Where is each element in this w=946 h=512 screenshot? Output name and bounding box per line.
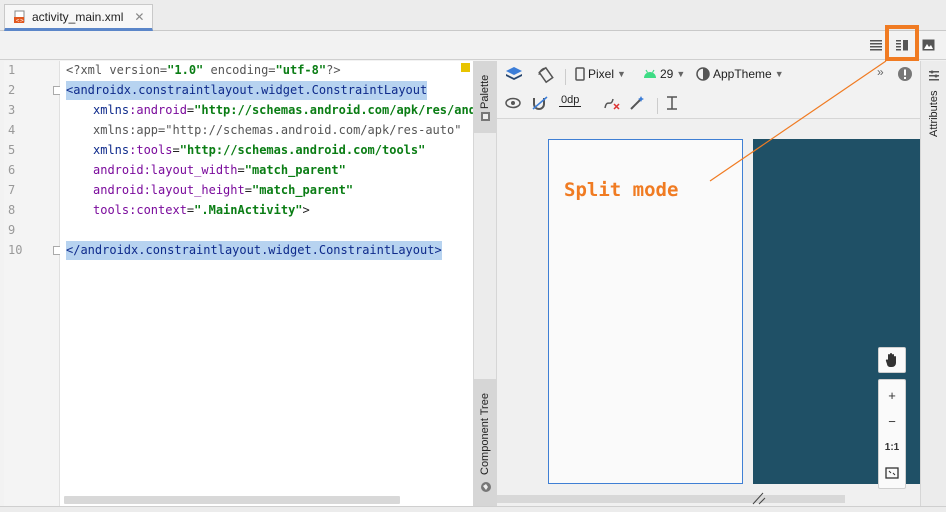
code-line-6: android:layout_width="match_parent"	[93, 163, 346, 177]
code-line-5: xmlns:tools="http://schemas.android.com/…	[93, 143, 426, 157]
zoom-fit-button[interactable]	[879, 460, 905, 486]
line-number: 6	[8, 163, 16, 177]
rotate-icon	[538, 66, 554, 84]
code-line-1: <?xml version="1.0" encoding="utf-8"?>	[66, 63, 341, 77]
code-line-3: xmlns:android="http://schemas.android.co…	[93, 103, 473, 117]
warning-marker-icon[interactable]	[461, 63, 470, 72]
line-number: 8	[8, 203, 16, 217]
code-line-4: xmlns:app="http://schemas.android.com/ap…	[93, 123, 462, 137]
orientation-button[interactable]	[537, 66, 555, 84]
design-canvas[interactable]: + − 1:1	[497, 119, 920, 506]
guideline-icon	[667, 96, 677, 110]
code-editor[interactable]: <?xml version="1.0" encoding="utf-8"?> <…	[60, 61, 473, 506]
exclamation-icon	[898, 67, 912, 81]
svg-text:<>: <>	[16, 18, 24, 24]
more-options-button[interactable]: »	[877, 65, 884, 79]
layers-icon	[506, 67, 522, 80]
line-number: 7	[8, 183, 16, 197]
line-number: 3	[8, 103, 16, 117]
editor-horizontal-scrollbar[interactable]	[64, 496, 400, 504]
clear-constraints-button[interactable]	[603, 96, 621, 110]
guidelines-button[interactable]	[665, 95, 679, 111]
zoom-actual-size-button[interactable]: 1:1	[879, 434, 905, 460]
api-level-selector[interactable]: 29 ▼	[643, 67, 685, 81]
left-tool-strip: Palette Component Tree	[473, 61, 497, 506]
chevron-down-icon: ▼	[617, 69, 626, 79]
android-icon	[644, 69, 656, 78]
view-options-button[interactable]	[505, 97, 523, 109]
palette-icon	[480, 111, 491, 125]
phone-icon	[575, 67, 585, 81]
palette-label[interactable]: Palette	[479, 75, 491, 109]
warnings-button[interactable]	[897, 66, 913, 82]
code-lines-icon	[870, 40, 882, 51]
editor-tab-bar: <> activity_main.xml ✕	[0, 0, 946, 31]
clear-constraints-icon	[604, 98, 620, 110]
image-icon	[922, 39, 934, 51]
code-view-button[interactable]	[866, 35, 886, 55]
line-number-gutter: 1 2 3 4 5 6 7 8 9 10	[4, 61, 62, 506]
design-toolbar: Pixel ▼ 29 ▼ AppTheme ▼ » 0dp	[497, 61, 920, 119]
zoom-controls: + − 1:1	[878, 379, 906, 489]
line-number: 5	[8, 143, 16, 157]
autoconnect-button[interactable]	[531, 95, 549, 111]
fit-screen-icon	[885, 467, 899, 479]
line-number: 4	[8, 123, 16, 137]
close-icon[interactable]: ✕	[134, 10, 144, 24]
tab-label: activity_main.xml	[32, 9, 124, 24]
view-mode-bar	[0, 31, 946, 60]
layers-button[interactable]	[505, 65, 523, 83]
theme-icon	[696, 67, 710, 81]
zoom-out-button[interactable]: −	[879, 408, 905, 434]
hand-icon	[885, 353, 896, 367]
line-number: 1	[8, 63, 16, 77]
pan-button[interactable]	[878, 347, 906, 373]
code-line-2: <androidx.constraintlayout.widget.Constr…	[66, 81, 428, 100]
magic-wand-icon	[630, 96, 644, 110]
component-tree-label[interactable]: Component Tree	[479, 393, 491, 475]
attributes-icon	[928, 69, 940, 84]
split-mode-highlight	[885, 25, 919, 61]
bottom-status-bar	[0, 506, 946, 512]
code-line-7: android:layout_height="match_parent"	[93, 183, 354, 197]
attributes-label[interactable]: Attributes	[928, 91, 940, 137]
tab-activity-main[interactable]: <> activity_main.xml ✕	[4, 4, 154, 31]
line-number: 2	[8, 83, 16, 97]
default-margin-button[interactable]: 0dp	[559, 94, 582, 107]
globe-icon	[480, 481, 492, 496]
device-selector[interactable]: Pixel ▼	[575, 67, 626, 81]
code-line-8: tools:context=".MainActivity">	[93, 203, 310, 217]
theme-selector[interactable]: AppTheme ▼	[696, 67, 784, 81]
canvas-horizontal-scrollbar[interactable]	[497, 495, 845, 503]
design-view-button[interactable]	[918, 35, 938, 55]
line-number: 10	[8, 243, 23, 257]
line-number: 9	[8, 223, 16, 237]
chevron-down-icon: ▼	[774, 69, 784, 79]
split-mode-annotation: Split mode	[564, 179, 679, 201]
right-tool-strip: Attributes	[920, 61, 946, 506]
zoom-in-button[interactable]: +	[879, 382, 905, 408]
magnet-off-icon	[532, 96, 548, 110]
xml-file-icon: <>	[13, 10, 27, 24]
code-line-10: </androidx.constraintlayout.widget.Const…	[66, 241, 442, 260]
chevron-down-icon: ▼	[676, 69, 686, 79]
eye-icon	[505, 97, 521, 109]
infer-constraints-button[interactable]	[629, 95, 645, 111]
